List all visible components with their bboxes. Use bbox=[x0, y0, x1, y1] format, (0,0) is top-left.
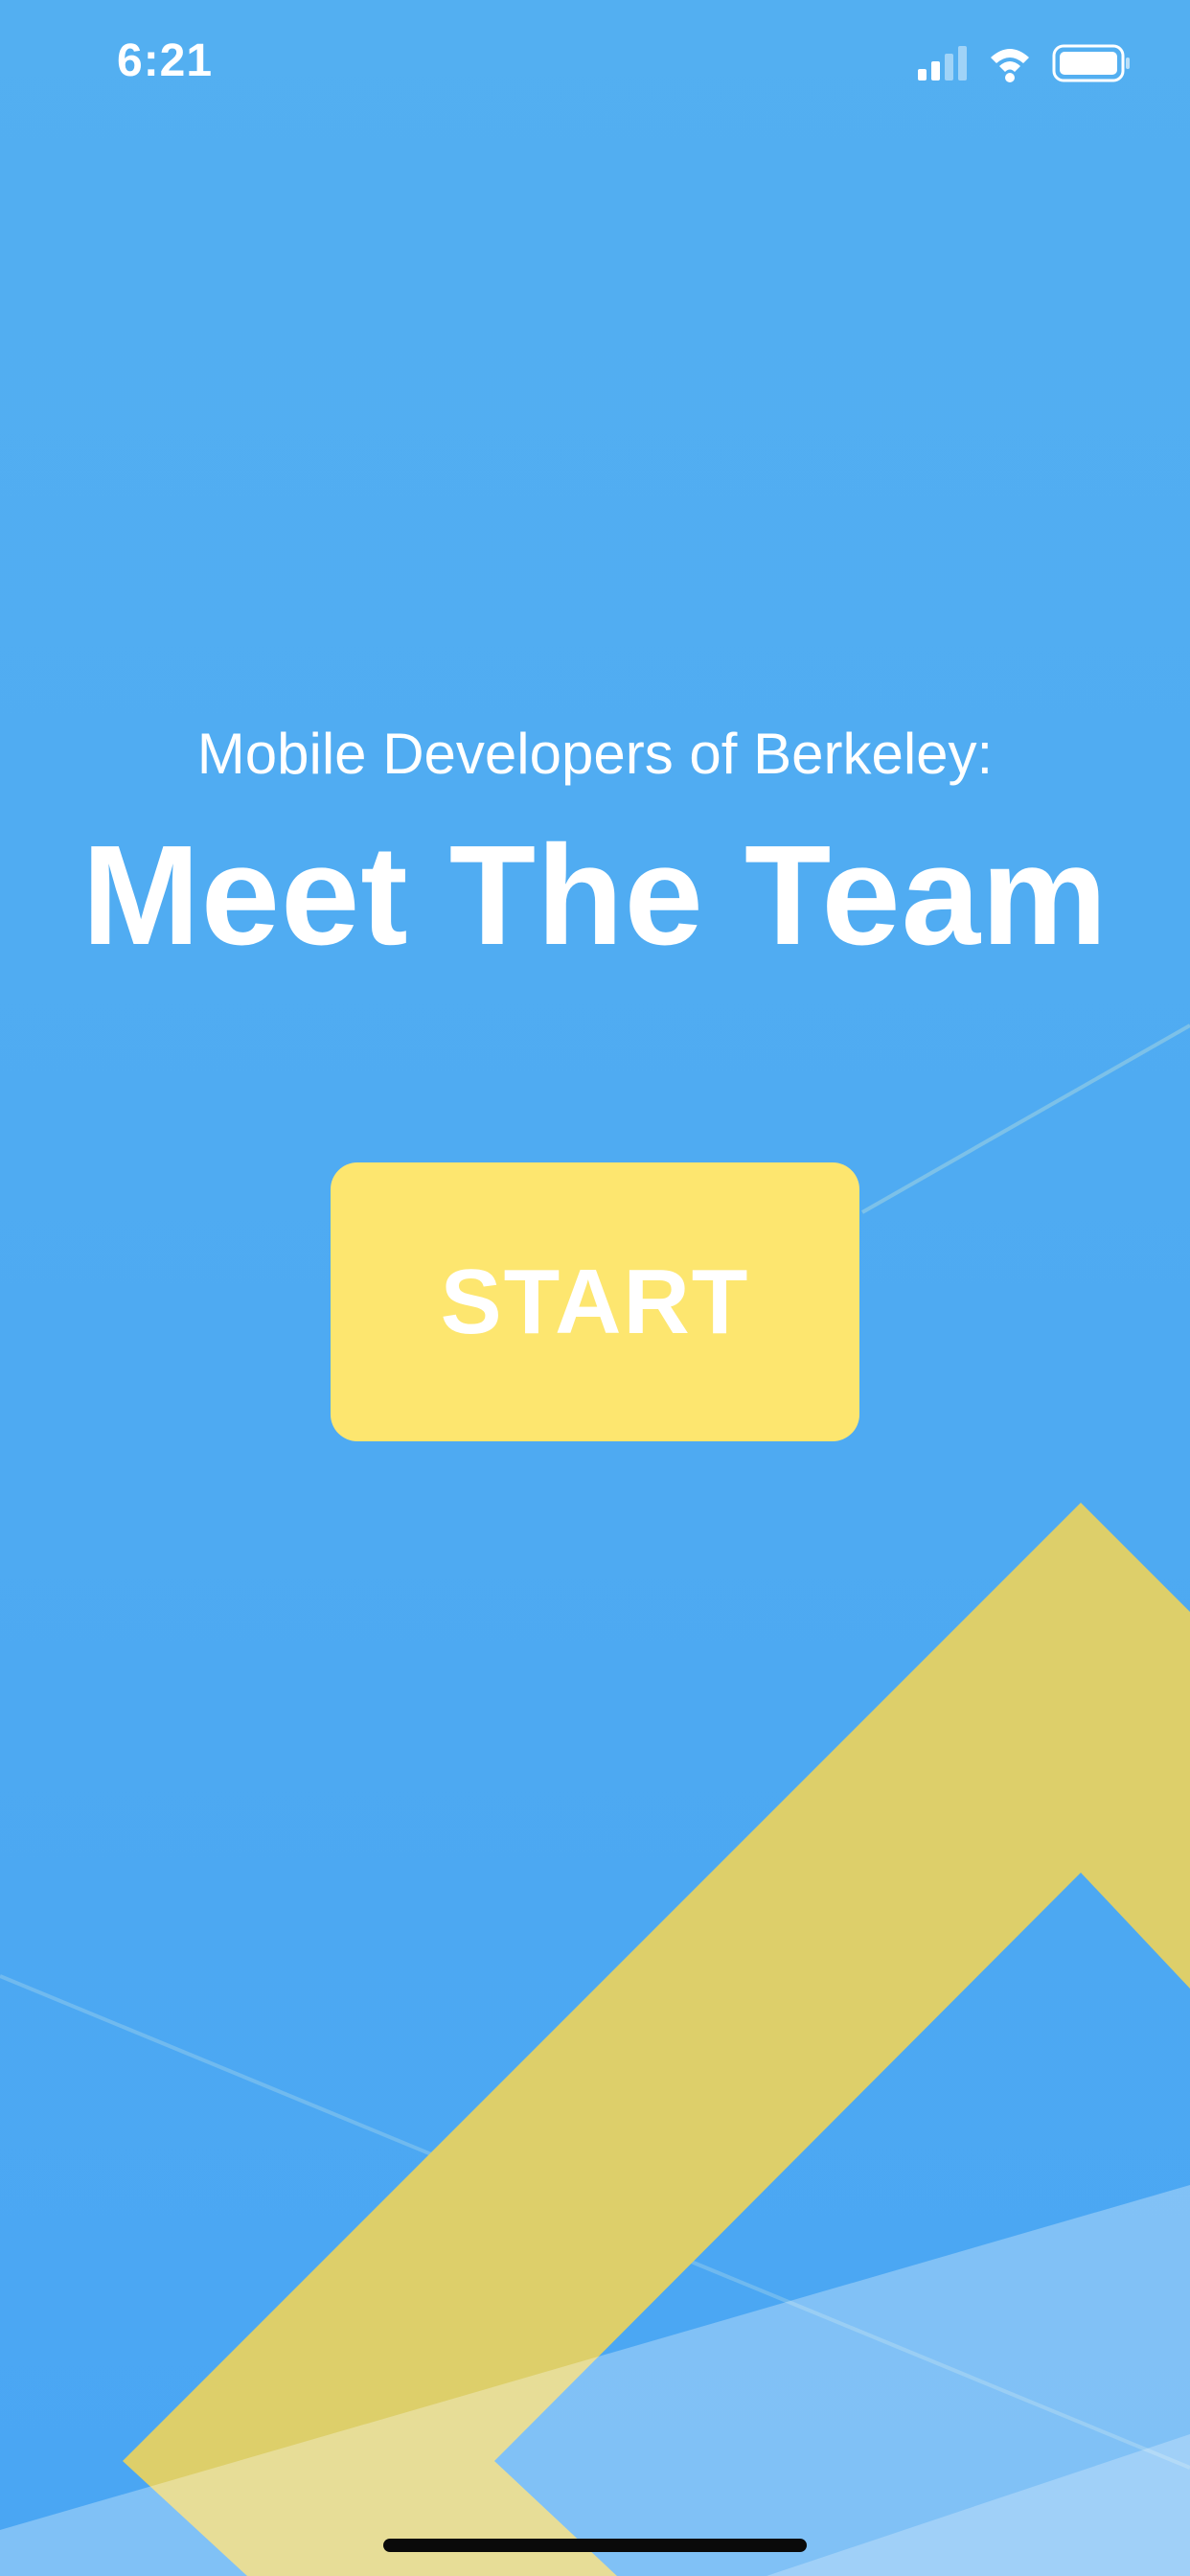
status-time: 6:21 bbox=[117, 35, 214, 86]
status-bar: 6:21 bbox=[0, 0, 1190, 134]
battery-icon bbox=[1052, 44, 1130, 82]
page-title: Meet The Team bbox=[81, 816, 1109, 975]
status-icons bbox=[918, 44, 1130, 82]
wifi-icon bbox=[991, 49, 1029, 82]
cellular-signal-icon bbox=[918, 46, 967, 80]
hero-subtitle: Mobile Developers of Berkeley: bbox=[196, 722, 994, 786]
start-button[interactable]: START bbox=[331, 1162, 859, 1441]
home-indicator[interactable] bbox=[383, 2539, 807, 2552]
